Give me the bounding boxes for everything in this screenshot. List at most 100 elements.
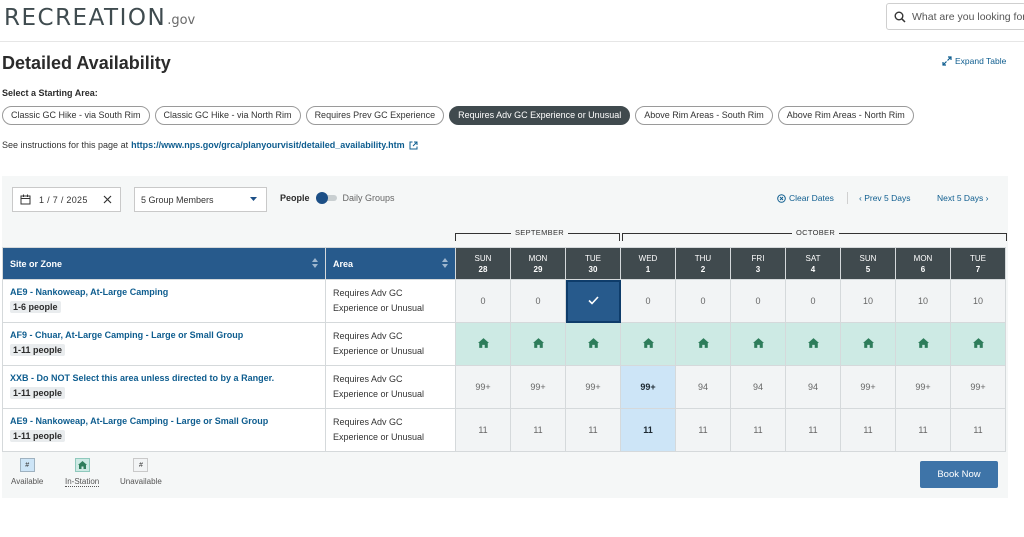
availability-cell[interactable]: 11 [950, 408, 1006, 452]
column-header-site[interactable]: Site or Zone [2, 247, 326, 280]
availability-cell[interactable]: 11 [840, 408, 896, 452]
legend-instation-swatch [74, 458, 90, 472]
availability-cell[interactable]: 99+ [950, 365, 1006, 409]
day-header: THU 2 [675, 247, 731, 280]
instructions-link[interactable]: https://www.nps.gov/grca/planyourvisit/d… [131, 140, 405, 150]
tent-icon [917, 338, 929, 350]
expand-icon [942, 56, 952, 66]
site-link[interactable]: AE9 - Nankoweap, At-Large Camping - Larg… [10, 416, 325, 426]
toggle-switch[interactable] [315, 192, 337, 204]
availability-cell-instation[interactable] [675, 322, 731, 366]
tent-icon [587, 338, 599, 350]
book-now-button[interactable]: Book Now [920, 461, 998, 488]
month-september: SEPTEMBER [511, 228, 568, 237]
chevron-right-icon: › [983, 193, 989, 203]
external-link-icon [409, 141, 418, 149]
availability-cell[interactable]: 11 [510, 408, 566, 452]
availability-cell[interactable]: 0 [675, 279, 731, 323]
availability-cell[interactable]: 94 [675, 365, 731, 409]
clear-date-icon[interactable] [103, 195, 112, 204]
availability-cell-instation[interactable] [620, 322, 676, 366]
tent-icon [752, 338, 764, 350]
availability-cell[interactable]: 11 [895, 408, 951, 452]
availability-cell-selected[interactable] [565, 279, 621, 323]
availability-cell-instation[interactable] [565, 322, 621, 366]
tent-icon [77, 461, 87, 469]
area-cell: Requires Adv GC Experience or Unusual [325, 408, 456, 452]
availability-cell[interactable]: 94 [785, 365, 841, 409]
availability-cell[interactable]: 11 [620, 408, 676, 452]
area-filter-adv-gc-experience[interactable]: Requires Adv GC Experience or Unusual [449, 106, 631, 125]
next-5-days-button[interactable]: Next 5 Days › [937, 193, 989, 203]
availability-cell[interactable]: 99+ [895, 365, 951, 409]
availability-cell[interactable]: 0 [510, 279, 566, 323]
clear-dates-button[interactable]: Clear Dates [777, 193, 834, 203]
availability-cell[interactable]: 0 [455, 279, 511, 323]
day-header: TUE 7 [950, 247, 1006, 280]
availability-cell[interactable]: 99+ [565, 365, 621, 409]
availability-cell[interactable]: 99+ [455, 365, 511, 409]
availability-cell[interactable]: 11 [455, 408, 511, 452]
availability-cell[interactable]: 99+ [510, 365, 566, 409]
logo-wordmark: RECREATION [4, 5, 167, 31]
people-badge: 1-11 people [10, 344, 66, 356]
legend-unavailable: # Unavailable [120, 458, 162, 486]
availability-cell[interactable]: 11 [730, 408, 786, 452]
expand-table-label: Expand Table [955, 56, 1007, 66]
area-filter-above-rim-south[interactable]: Above Rim Areas - South Rim [635, 106, 773, 125]
chevron-down-icon [250, 197, 257, 201]
tent-icon [477, 338, 489, 350]
availability-cell-instation[interactable] [840, 322, 896, 366]
site-cell: XXB - Do NOT Select this area unless dir… [2, 365, 326, 409]
starting-area-label: Select a Starting Area: [2, 88, 98, 98]
site-link[interactable]: AE9 - Nankoweap, At-Large Camping [10, 287, 325, 297]
table-row: XXB - Do NOT Select this area unless dir… [2, 365, 1006, 409]
prev-5-days-button[interactable]: ‹ Prev 5 Days [859, 193, 911, 203]
group-members-select[interactable]: 5 Group Members [134, 187, 267, 212]
availability-cell[interactable]: 99+ [840, 365, 896, 409]
availability-cell[interactable]: 10 [950, 279, 1006, 323]
availability-cell[interactable]: 0 [730, 279, 786, 323]
availability-cell-instation[interactable] [510, 322, 566, 366]
availability-cell-instation[interactable] [730, 322, 786, 366]
area-line: Requires Adv GC [333, 288, 403, 298]
availability-cell[interactable]: 0 [620, 279, 676, 323]
availability-cell[interactable]: 11 [565, 408, 621, 452]
legend-unavailable-label: Unavailable [120, 477, 162, 486]
site-search[interactable] [886, 3, 1024, 30]
availability-cell[interactable]: 10 [840, 279, 896, 323]
prev-5-days-label: Prev 5 Days [864, 193, 911, 203]
availability-cell[interactable]: 10 [895, 279, 951, 323]
availability-cell[interactable]: 11 [785, 408, 841, 452]
tent-icon [532, 338, 544, 350]
instructions-prefix: See instructions for this page at [2, 140, 129, 150]
start-date-picker[interactable]: 1 / 7 / 2025 [12, 187, 121, 212]
availability-cell[interactable]: 11 [675, 408, 731, 452]
availability-cell-instation[interactable] [455, 322, 511, 366]
availability-cell-instation[interactable] [895, 322, 951, 366]
site-cell: AF9 - Chuar, At-Large Camping - Large or… [2, 322, 326, 366]
recreation-gov-logo[interactable]: RECREATION .gov [4, 4, 195, 32]
legend-available-swatch: # [19, 458, 35, 472]
area-line: Experience or Unusual [333, 346, 425, 356]
availability-cell[interactable]: 94 [730, 365, 786, 409]
area-filter-classic-north-rim[interactable]: Classic GC Hike - via North Rim [154, 106, 301, 125]
legend-available-label: Available [11, 477, 44, 486]
divider [847, 192, 848, 204]
area-cell: Requires Adv GC Experience or Unusual [325, 279, 456, 323]
area-filter-above-rim-north[interactable]: Above Rim Areas - North Rim [777, 106, 914, 125]
availability-cell-instation[interactable] [785, 322, 841, 366]
availability-cell[interactable]: 0 [785, 279, 841, 323]
site-link[interactable]: XXB - Do NOT Select this area unless dir… [10, 373, 325, 383]
search-input[interactable] [912, 10, 1024, 23]
column-header-area[interactable]: Area [325, 247, 456, 280]
legend-instation-label[interactable]: In-Station [65, 477, 100, 487]
availability-cell[interactable]: 99+ [620, 365, 676, 409]
area-filter-prev-gc-experience[interactable]: Requires Prev GC Experience [305, 106, 445, 125]
table-row: AE9 - Nankoweap, At-Large Camping 1-6 peo… [2, 279, 1006, 323]
area-filter-classic-south-rim[interactable]: Classic GC Hike - via South Rim [2, 106, 150, 125]
availability-cell-instation[interactable] [950, 322, 1006, 366]
expand-table-link[interactable]: Expand Table [942, 56, 1006, 66]
site-link[interactable]: AF9 - Chuar, At-Large Camping - Large or… [10, 330, 325, 340]
area-line: Requires Adv GC [333, 374, 403, 384]
